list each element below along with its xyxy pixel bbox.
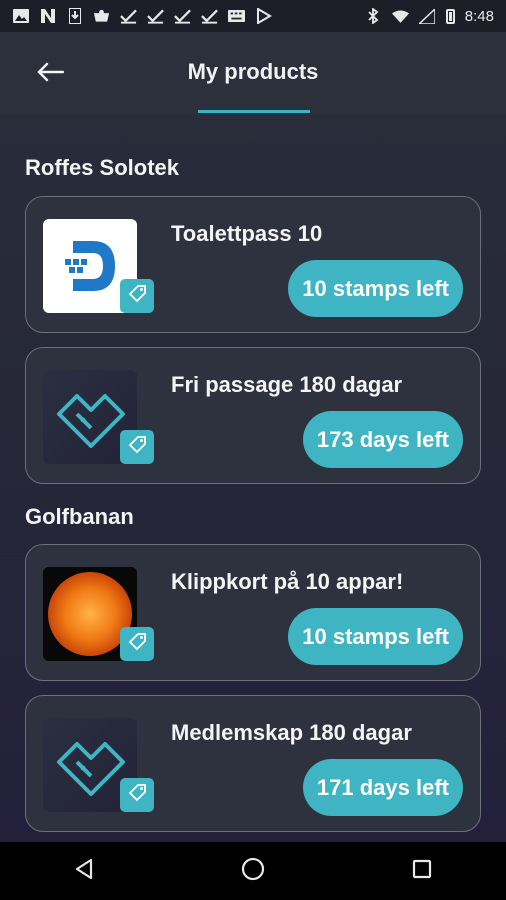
notification-icons xyxy=(0,8,272,24)
wifi-icon xyxy=(391,9,409,24)
product-card-fri-passage[interactable]: Fri passage 180 dagar 173 days left xyxy=(25,347,481,484)
tag-icon xyxy=(127,632,147,657)
bluetooth-icon xyxy=(365,8,382,24)
signal-icon xyxy=(419,8,436,24)
nav-recents-icon xyxy=(412,859,432,884)
section-title-golfbanan: Golfbanan xyxy=(25,504,134,529)
tag-badge xyxy=(120,627,154,661)
product-card-toalettpass[interactable]: Toalettpass 10 10 stamps left xyxy=(25,196,481,333)
product-name: Fri passage 180 dagar xyxy=(171,372,403,397)
tag-badge xyxy=(120,778,154,812)
check-icon xyxy=(201,9,218,24)
nav-home-icon xyxy=(241,857,265,886)
tag-icon xyxy=(127,435,147,460)
product-status-pill[interactable]: 173 days left xyxy=(302,411,463,468)
clock: 8:48 xyxy=(464,7,494,25)
product-card-medlemskap[interactable]: Medlemskap 180 dagar 171 days left xyxy=(25,695,481,832)
tag-icon xyxy=(127,783,147,808)
nav-recents-button[interactable] xyxy=(392,842,452,900)
check-icon xyxy=(147,9,164,24)
status-bar: 8:48 xyxy=(0,0,506,32)
image-icon xyxy=(12,9,29,24)
system-nav-bar xyxy=(0,842,506,900)
product-status-pill[interactable]: 10 stamps left xyxy=(288,608,463,665)
download-icon xyxy=(66,8,83,24)
product-name: Toalettpass 10 xyxy=(171,221,323,246)
product-status-pill[interactable]: 10 stamps left xyxy=(288,260,463,317)
battery-icon xyxy=(445,8,455,24)
system-icons: 8:48 xyxy=(365,8,506,25)
app-header: My products xyxy=(0,32,506,114)
check-icon xyxy=(174,9,191,24)
product-name: Medlemskap 180 dagar xyxy=(171,720,412,745)
title-underline xyxy=(198,110,310,113)
product-card-klippkort[interactable]: Klippkort på 10 appar! 10 stamps left xyxy=(25,544,481,681)
play-store-icon xyxy=(255,8,272,24)
check-icon xyxy=(120,9,137,24)
n-icon xyxy=(39,9,56,24)
tag-badge xyxy=(120,279,154,313)
page-title: My products xyxy=(187,59,319,84)
nav-back-icon xyxy=(73,858,95,885)
product-name: Klippkort på 10 appar! xyxy=(171,569,404,594)
tag-icon xyxy=(127,284,147,309)
keyboard-icon xyxy=(228,9,245,24)
section-title-roffes-solotek: Roffes Solotek xyxy=(25,155,180,180)
product-status-pill[interactable]: 171 days left xyxy=(302,759,463,816)
nav-home-button[interactable] xyxy=(223,842,283,900)
tag-badge xyxy=(120,430,154,464)
nav-back-button[interactable] xyxy=(54,842,114,900)
cup-icon xyxy=(93,9,110,24)
